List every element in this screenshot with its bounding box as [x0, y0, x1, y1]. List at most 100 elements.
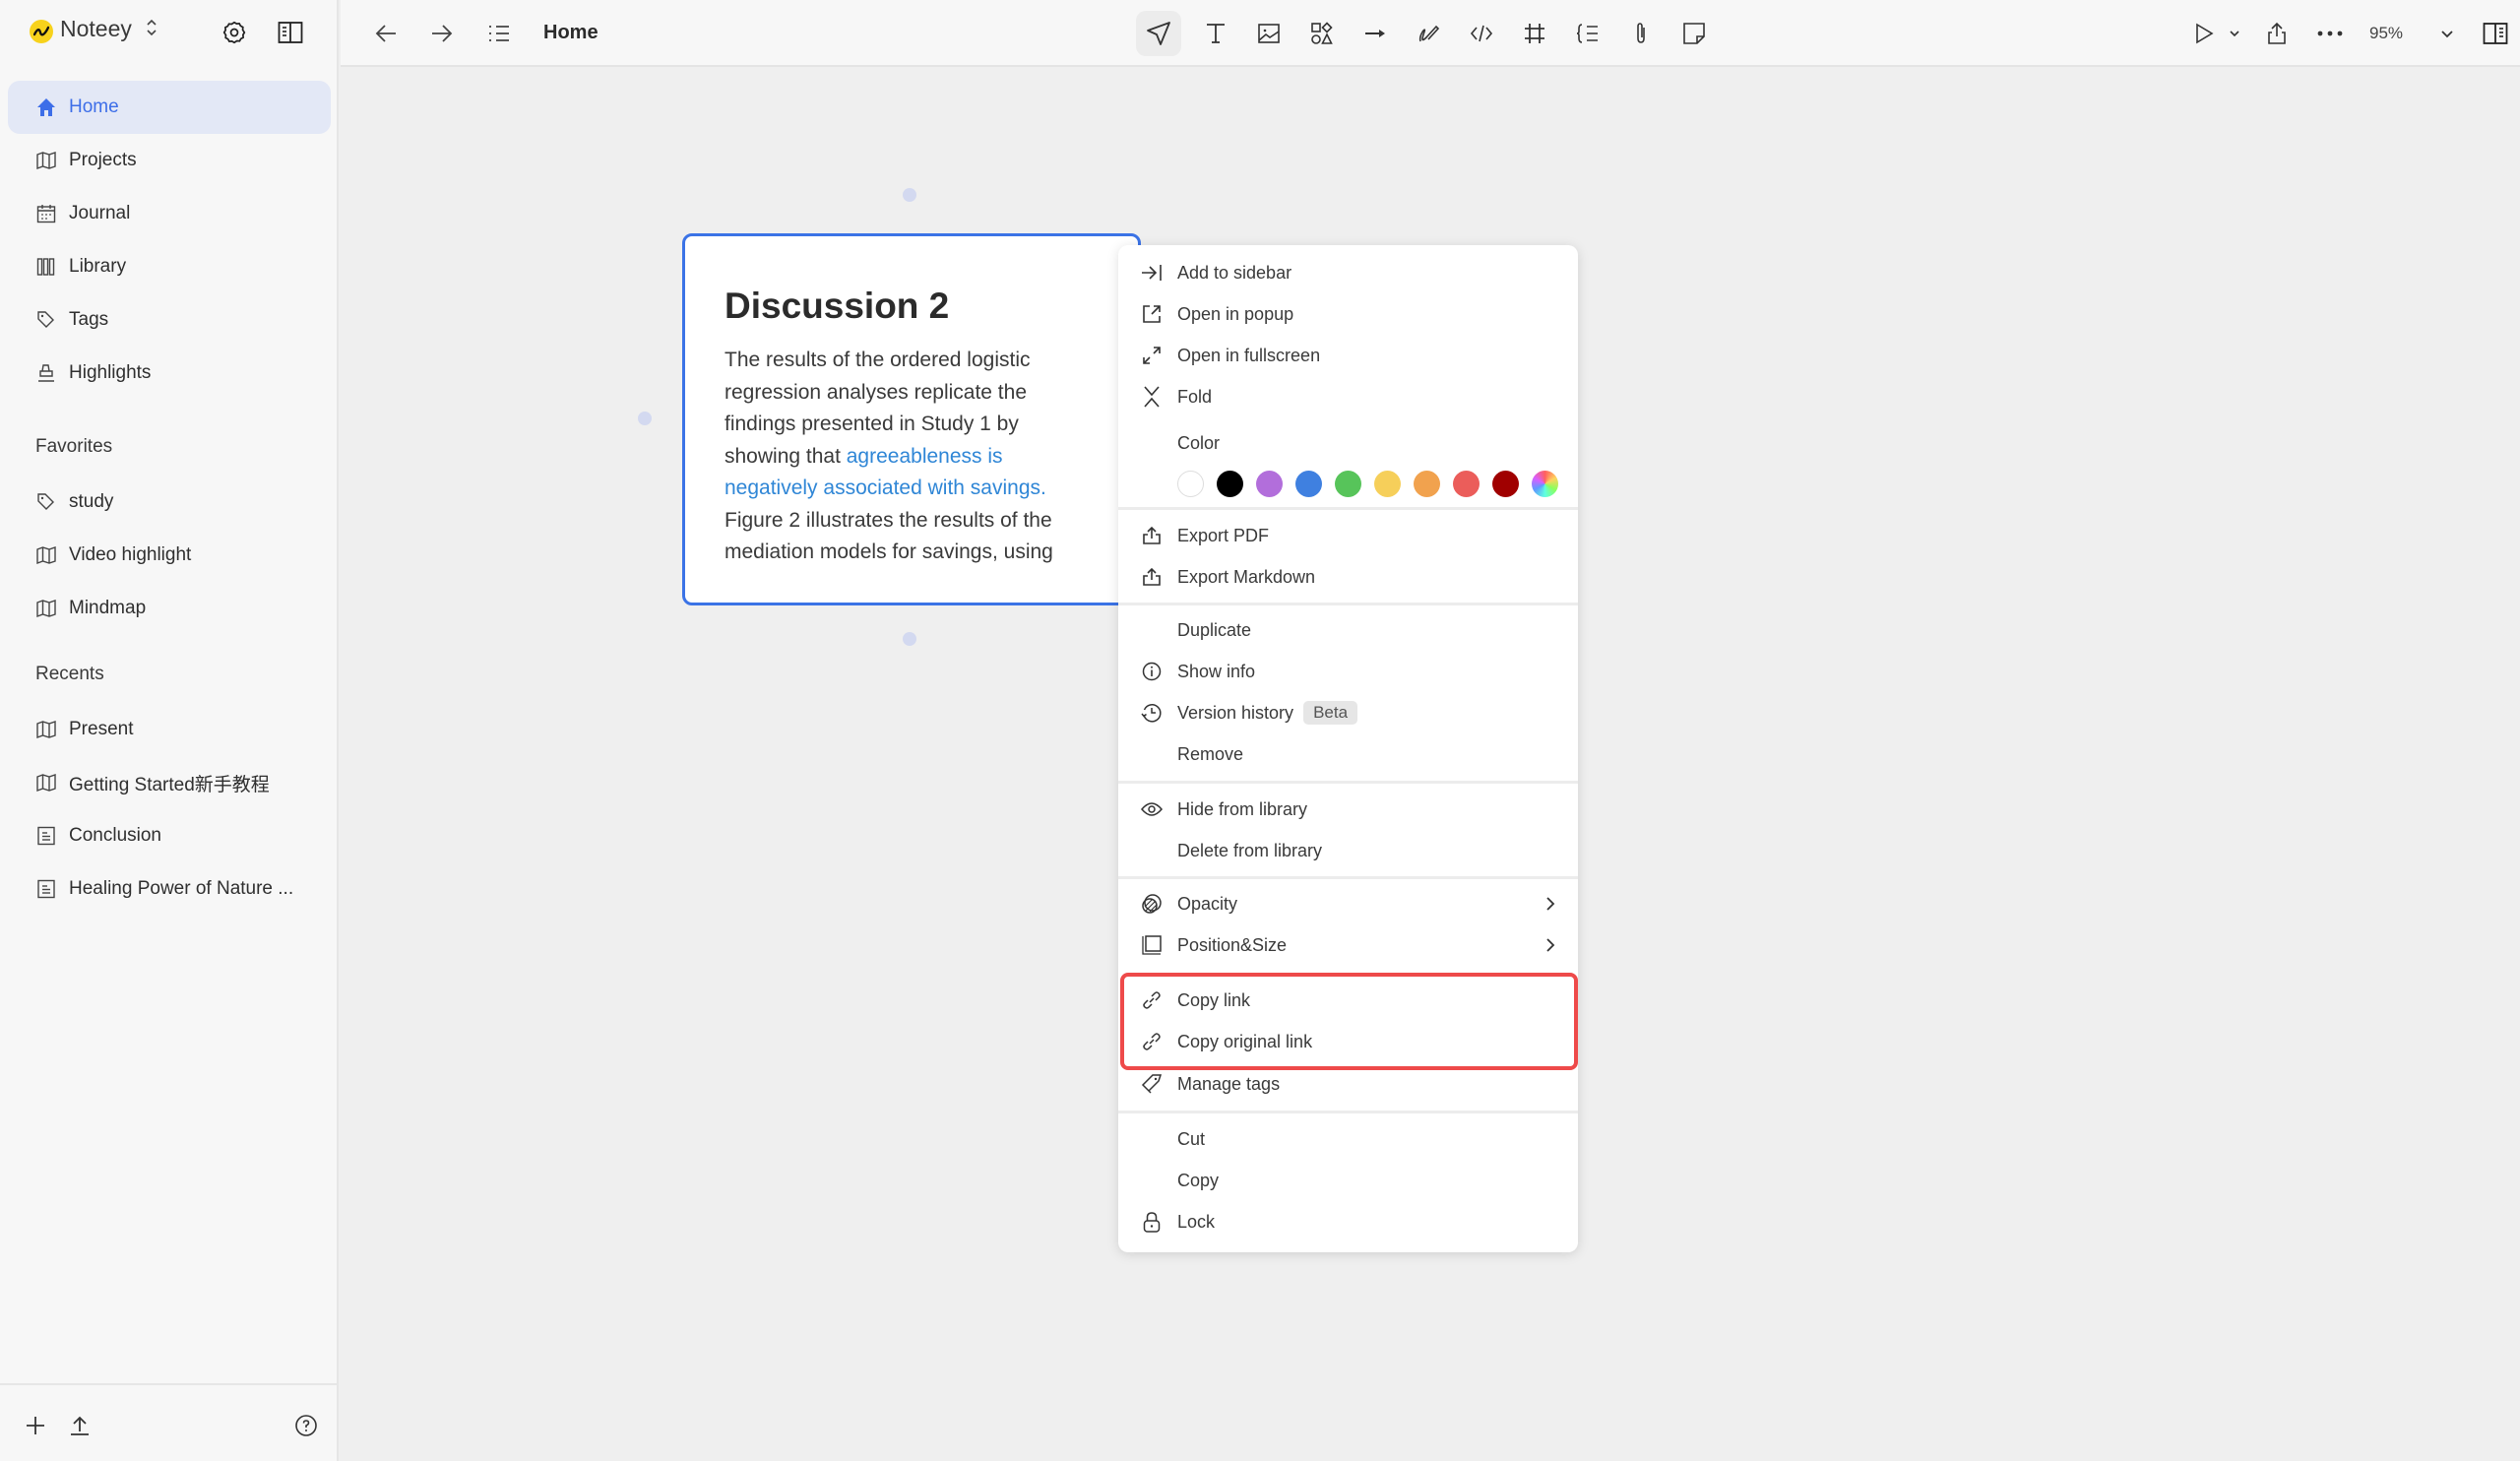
arrow-tool-icon[interactable]	[1358, 17, 1392, 50]
recent-item[interactable]: Getting Started新手教程	[8, 756, 331, 809]
share-export-icon[interactable]	[2260, 17, 2294, 50]
menu-item-add-to-sidebar[interactable]: Add to sidebar	[1118, 252, 1578, 293]
menu-item-duplicate[interactable]: Duplicate	[1118, 609, 1578, 651]
favorite-item[interactable]: Mindmap	[8, 582, 331, 635]
menu-item-export-pdf[interactable]: Export PDF	[1118, 515, 1578, 556]
favorite-item-label: study	[69, 491, 114, 512]
menu-item-copy-link[interactable]: Copy link	[1118, 980, 1578, 1021]
connection-handle-top[interactable]	[903, 188, 916, 202]
color-swatch-green[interactable]	[1335, 471, 1361, 497]
position-size-icon	[1140, 933, 1164, 957]
settings-gear-icon[interactable]	[220, 18, 249, 47]
menu-item-copy[interactable]: Copy	[1118, 1160, 1578, 1201]
toggle-right-panel-icon[interactable]	[2479, 17, 2512, 50]
sidebar-item-label: Journal	[69, 203, 131, 223]
more-options-icon[interactable]	[2313, 17, 2347, 50]
frame-tool-icon[interactable]	[1518, 17, 1551, 50]
attachment-tool-icon[interactable]	[1624, 17, 1658, 50]
note-card[interactable]: Discussion 2 The results of the ordered …	[682, 233, 1141, 605]
color-swatch-orange[interactable]	[1414, 471, 1440, 497]
favorites-heading: Favorites	[35, 436, 113, 457]
outline-list-icon[interactable]	[482, 17, 516, 50]
library-icon	[35, 256, 57, 278]
menu-item-hide-from-library[interactable]: Hide from library	[1118, 789, 1578, 830]
document-icon	[35, 825, 57, 847]
recent-item[interactable]: Conclusion	[8, 809, 331, 862]
zoom-chevron-down-icon[interactable]	[2430, 17, 2464, 50]
document-icon	[35, 878, 57, 900]
color-swatch-red[interactable]	[1453, 471, 1480, 497]
present-options-chevron-icon[interactable]	[2218, 17, 2251, 50]
menu-item-lock[interactable]: Lock	[1118, 1201, 1578, 1242]
context-menu: Add to sidebar Open in popup Open in ful…	[1118, 245, 1578, 1252]
menu-item-manage-tags[interactable]: Manage tags	[1118, 1063, 1578, 1105]
color-swatch-dark-red[interactable]	[1492, 471, 1519, 497]
color-swatch-white[interactable]	[1177, 471, 1204, 497]
sidebar-item-journal[interactable]: Journal	[8, 187, 331, 240]
add-to-sidebar-icon	[1140, 261, 1164, 285]
shapes-tool-icon[interactable]	[1305, 17, 1339, 50]
import-upload-icon[interactable]	[67, 1413, 93, 1438]
chevron-right-icon	[1541, 894, 1560, 914]
color-swatch-yellow[interactable]	[1374, 471, 1401, 497]
open-popup-icon	[1140, 302, 1164, 326]
sticky-note-tool-icon[interactable]	[1677, 17, 1711, 50]
toggle-sidebar-icon[interactable]	[276, 18, 305, 47]
menu-item-opacity[interactable]: Opacity	[1118, 883, 1578, 924]
sidebar-item-projects[interactable]: Projects	[8, 134, 331, 187]
add-icon[interactable]	[23, 1413, 48, 1438]
sidebar-item-library[interactable]: Library	[8, 240, 331, 293]
recent-item[interactable]: Healing Power of Nature ...	[8, 862, 331, 916]
favorite-item[interactable]: study	[8, 476, 331, 529]
menu-item-cut[interactable]: Cut	[1118, 1118, 1578, 1160]
calendar-icon	[35, 203, 57, 224]
menu-item-position-size[interactable]: Position&Size	[1118, 924, 1578, 966]
menu-item-export-markdown[interactable]: Export Markdown	[1118, 556, 1578, 598]
image-tool-icon[interactable]	[1252, 17, 1286, 50]
select-tool-icon[interactable]	[1136, 11, 1181, 56]
menu-item-show-info[interactable]: Show info	[1118, 651, 1578, 692]
present-play-icon[interactable]	[2187, 17, 2221, 50]
connection-handle-bottom[interactable]	[903, 632, 916, 646]
home-icon	[35, 96, 57, 118]
beta-badge: Beta	[1303, 701, 1358, 725]
color-swatch-blue[interactable]	[1295, 471, 1322, 497]
code-tool-icon[interactable]	[1465, 17, 1498, 50]
chevron-right-icon	[1541, 935, 1560, 955]
menu-item-open-in-fullscreen[interactable]: Open in fullscreen	[1118, 335, 1578, 376]
workspace-switch-icon[interactable]	[146, 18, 158, 37]
zoom-level[interactable]: 95%	[2369, 24, 2403, 43]
note-card-title: Discussion 2	[724, 286, 950, 326]
sidebar-item-highlights[interactable]: Highlights	[8, 347, 331, 400]
outline-tool-icon[interactable]	[1571, 17, 1605, 50]
menu-item-remove[interactable]: Remove	[1118, 733, 1578, 775]
export-icon	[1140, 565, 1164, 589]
color-swatch-black[interactable]	[1217, 471, 1243, 497]
recent-item-label: Getting Started新手教程	[69, 774, 270, 795]
favorite-item[interactable]: Video highlight	[8, 529, 331, 582]
color-swatch-purple[interactable]	[1256, 471, 1283, 497]
workspace-name[interactable]: Noteey	[60, 16, 132, 42]
menu-item-version-history[interactable]: Version history Beta	[1118, 692, 1578, 733]
forward-arrow-icon[interactable]	[425, 17, 459, 50]
menu-item-open-in-popup[interactable]: Open in popup	[1118, 293, 1578, 335]
menu-item-delete-from-library[interactable]: Delete from library	[1118, 830, 1578, 871]
pen-tool-icon[interactable]	[1412, 17, 1445, 50]
text-tool-icon[interactable]	[1199, 17, 1232, 50]
color-swatch-custom-picker[interactable]	[1532, 471, 1558, 497]
menu-item-copy-original-link[interactable]: Copy original link	[1118, 1021, 1578, 1062]
sidebar-item-tags[interactable]: Tags	[8, 293, 331, 347]
map-icon	[35, 544, 57, 566]
history-icon	[1140, 701, 1164, 725]
recent-item[interactable]: Present	[8, 703, 331, 756]
menu-divider	[1118, 603, 1578, 605]
sidebar-item-home[interactable]: Home	[8, 81, 331, 134]
map-icon	[35, 772, 57, 794]
help-icon[interactable]	[293, 1413, 319, 1438]
fold-icon	[1140, 385, 1164, 409]
connection-handle-left[interactable]	[638, 412, 652, 425]
eye-icon	[1140, 797, 1164, 821]
menu-item-fold[interactable]: Fold	[1118, 376, 1578, 417]
back-arrow-icon[interactable]	[369, 17, 403, 50]
sidebar-item-label: Projects	[69, 150, 137, 170]
